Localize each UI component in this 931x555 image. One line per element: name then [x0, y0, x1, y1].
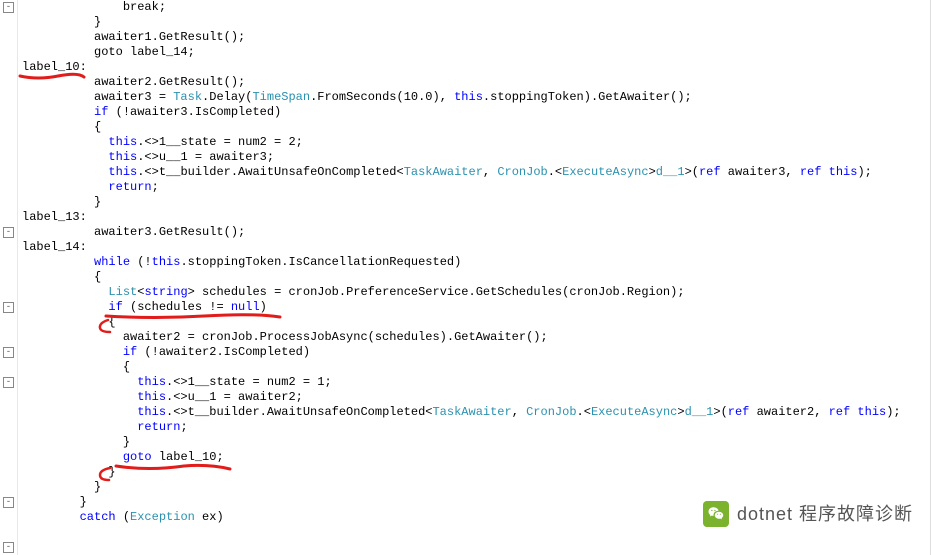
fold-gutter: [0, 0, 18, 555]
code-line[interactable]: }: [22, 15, 931, 30]
code-line[interactable]: goto label_14;: [22, 45, 931, 60]
fold-toggle[interactable]: [3, 347, 14, 358]
code-line[interactable]: }: [22, 480, 931, 495]
code-line[interactable]: awaiter2.GetResult();: [22, 75, 931, 90]
fold-toggle[interactable]: [3, 497, 14, 508]
code-line[interactable]: List<string> schedules = cronJob.Prefere…: [22, 285, 931, 300]
code-line[interactable]: while (!this.stoppingToken.IsCancellatio…: [22, 255, 931, 270]
code-line[interactable]: break;: [22, 0, 931, 15]
code-line[interactable]: label_13:: [22, 210, 931, 225]
code-line[interactable]: catch (Exception ex): [22, 510, 931, 525]
code-editor[interactable]: break; } awaiter1.GetResult(); goto labe…: [0, 0, 931, 555]
code-line[interactable]: {: [22, 270, 931, 285]
code-line[interactable]: this.<>1__state = num2 = 2;: [22, 135, 931, 150]
code-line[interactable]: label_10:: [22, 60, 931, 75]
fold-toggle[interactable]: [3, 302, 14, 313]
fold-toggle[interactable]: [3, 227, 14, 238]
code-line[interactable]: awaiter3 = Task.Delay(TimeSpan.FromSecon…: [22, 90, 931, 105]
code-line[interactable]: awaiter2 = cronJob.ProcessJobAsync(sched…: [22, 330, 931, 345]
code-line[interactable]: awaiter3.GetResult();: [22, 225, 931, 240]
code-line[interactable]: }: [22, 435, 931, 450]
code-line[interactable]: return;: [22, 420, 931, 435]
code-line[interactable]: goto label_10;: [22, 450, 931, 465]
code-line[interactable]: if (!awaiter3.IsCompleted): [22, 105, 931, 120]
fold-toggle[interactable]: [3, 377, 14, 388]
code-line[interactable]: if (!awaiter2.IsCompleted): [22, 345, 931, 360]
code-line[interactable]: if (schedules != null): [22, 300, 931, 315]
code-area[interactable]: break; } awaiter1.GetResult(); goto labe…: [22, 0, 931, 525]
code-line[interactable]: this.<>t__builder.AwaitUnsafeOnCompleted…: [22, 405, 931, 420]
code-line[interactable]: return;: [22, 180, 931, 195]
code-line[interactable]: label_14:: [22, 240, 931, 255]
code-line[interactable]: this.<>1__state = num2 = 1;: [22, 375, 931, 390]
code-line[interactable]: awaiter1.GetResult();: [22, 30, 931, 45]
fold-toggle[interactable]: [3, 542, 14, 553]
code-line[interactable]: this.<>t__builder.AwaitUnsafeOnCompleted…: [22, 165, 931, 180]
code-line[interactable]: {: [22, 120, 931, 135]
code-line[interactable]: {: [22, 360, 931, 375]
code-line[interactable]: }: [22, 495, 931, 510]
code-line[interactable]: }: [22, 465, 931, 480]
code-line[interactable]: }: [22, 195, 931, 210]
code-line[interactable]: this.<>u__1 = awaiter2;: [22, 390, 931, 405]
fold-toggle[interactable]: [3, 2, 14, 13]
code-line[interactable]: this.<>u__1 = awaiter3;: [22, 150, 931, 165]
code-line[interactable]: {: [22, 315, 931, 330]
